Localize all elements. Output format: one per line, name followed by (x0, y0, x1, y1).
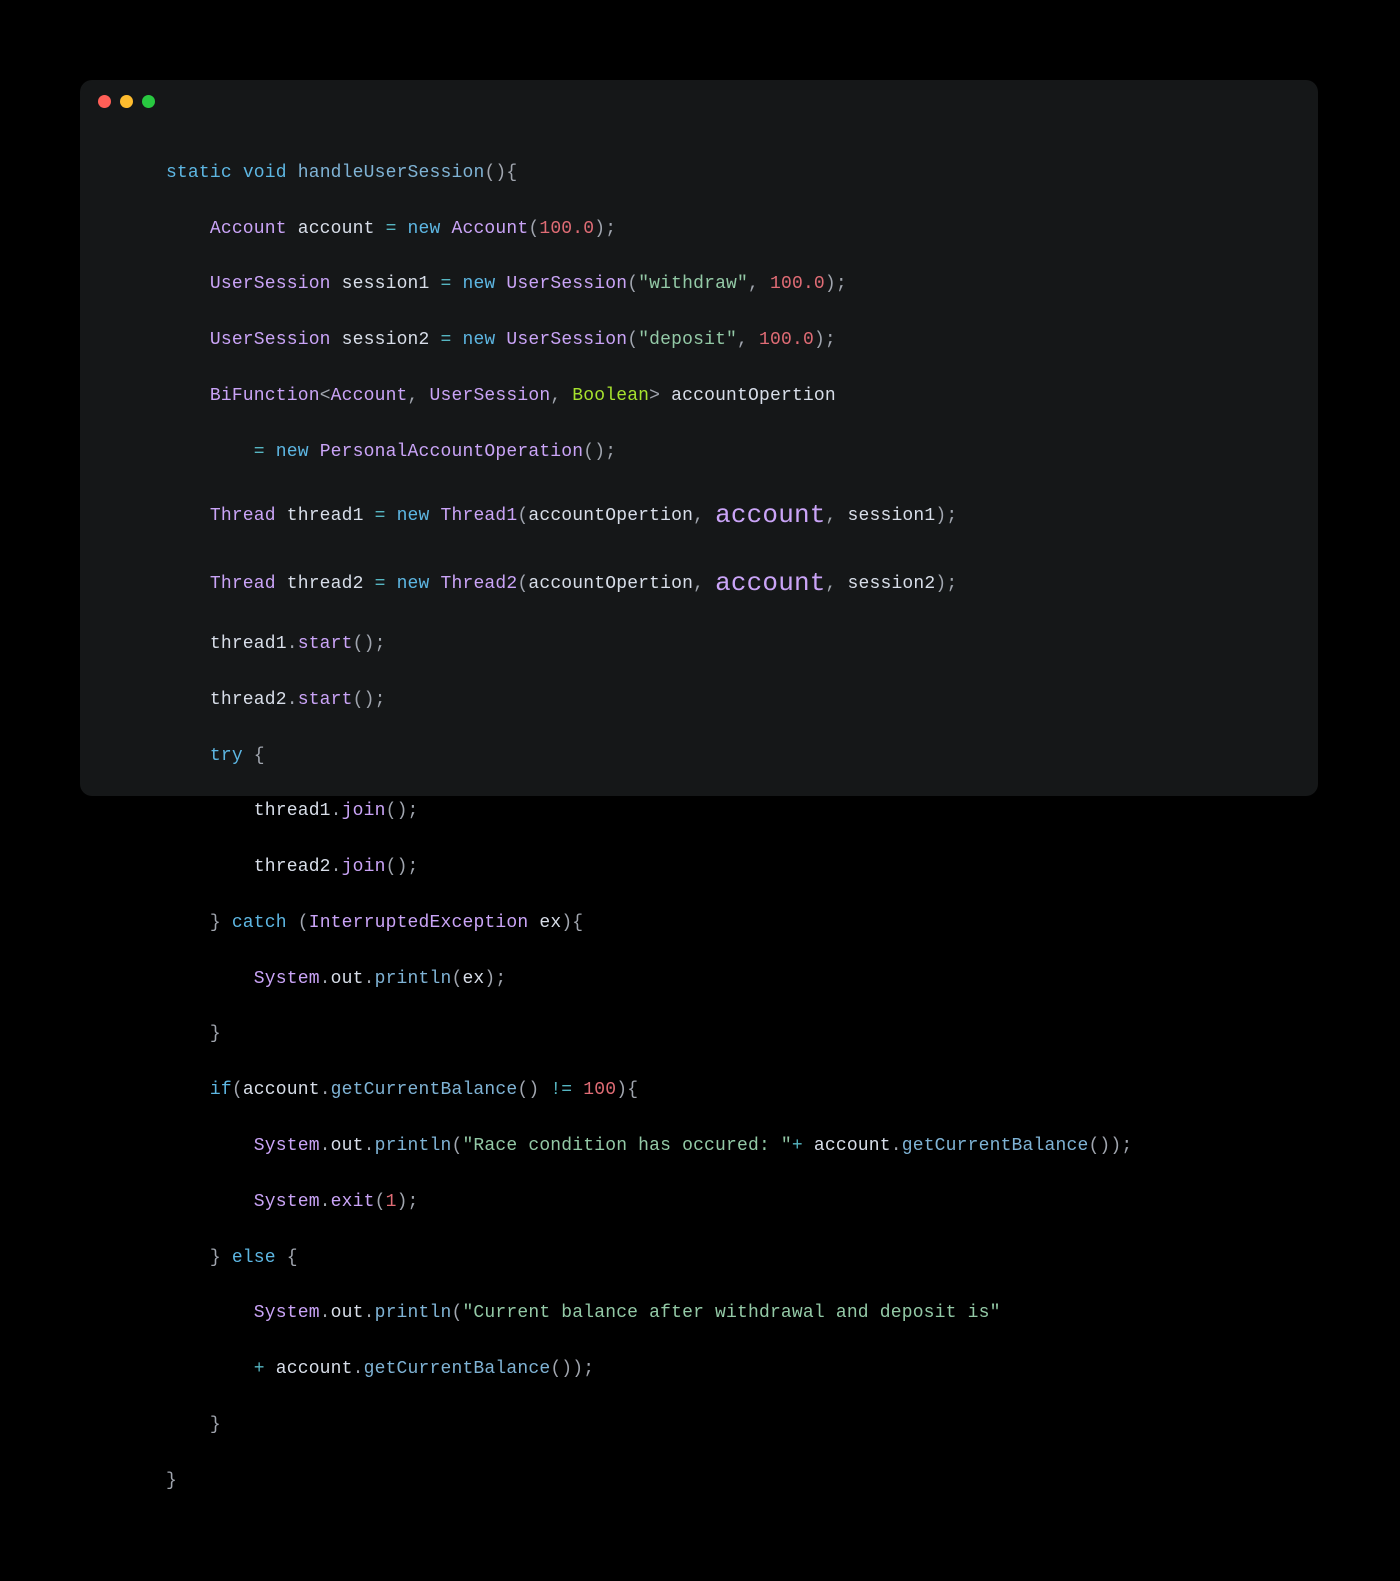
code-line: + account.getCurrentBalance()); (122, 1356, 1276, 1384)
window-minimize-icon[interactable] (120, 95, 133, 108)
keyword-static: static (166, 163, 232, 183)
code-editor[interactable]: static void handleUserSession(){ Account… (80, 122, 1318, 1581)
code-line: System.exit(1); (122, 1189, 1276, 1217)
code-line: BiFunction<Account, UserSession, Boolean… (122, 383, 1276, 411)
emphasized-account: account (715, 500, 825, 530)
code-line: thread1.join(); (122, 798, 1276, 826)
code-line: System.out.println("Race condition has o… (122, 1133, 1276, 1161)
code-line: Account account = new Account(100.0); (122, 216, 1276, 244)
code-line: try { (122, 743, 1276, 771)
window-close-icon[interactable] (98, 95, 111, 108)
code-line: System.out.println("Current balance afte… (122, 1300, 1276, 1328)
window-zoom-icon[interactable] (142, 95, 155, 108)
code-line: } (122, 1412, 1276, 1440)
code-line: thread2.start(); (122, 687, 1276, 715)
code-line: UserSession session2 = new UserSession("… (122, 327, 1276, 355)
code-line: } else { (122, 1245, 1276, 1273)
code-line: } (122, 1021, 1276, 1049)
code-line: } (122, 1468, 1276, 1496)
method-name: handleUserSession (298, 163, 485, 183)
code-line: Thread thread1 = new Thread1(accountOper… (122, 495, 1276, 535)
code-line: = new PersonalAccountOperation(); (122, 439, 1276, 467)
emphasized-account: account (715, 568, 825, 598)
code-line: static void handleUserSession(){ (122, 160, 1276, 188)
code-line: UserSession session1 = new UserSession("… (122, 271, 1276, 299)
code-line: thread1.start(); (122, 631, 1276, 659)
code-line: if(account.getCurrentBalance() != 100){ (122, 1077, 1276, 1105)
code-line: } catch (InterruptedException ex){ (122, 910, 1276, 938)
code-line: System.out.println(ex); (122, 966, 1276, 994)
keyword-void: void (243, 163, 287, 183)
code-window: static void handleUserSession(){ Account… (80, 80, 1318, 796)
window-titlebar (80, 80, 1318, 122)
code-line: thread2.join(); (122, 854, 1276, 882)
code-line: Thread thread2 = new Thread2(accountOper… (122, 563, 1276, 603)
